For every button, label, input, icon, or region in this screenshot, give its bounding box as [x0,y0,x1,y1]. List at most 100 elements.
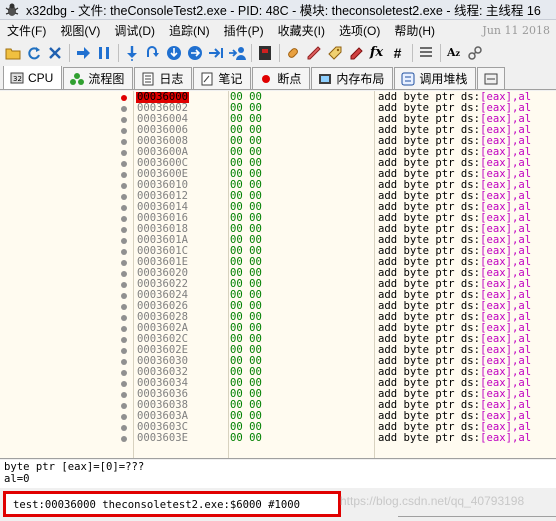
notes-icon [200,72,214,86]
run-icon[interactable] [73,43,92,62]
tab-breakpoints[interactable]: 断点 [252,67,311,89]
gutter-dot-icon[interactable] [121,160,127,167]
toolbar-separator [440,43,441,62]
gutter-dot-icon[interactable] [121,138,127,145]
gutter-dot-icon[interactable] [121,380,127,387]
breakpoint-gutter[interactable] [0,91,134,458]
graph-icon [70,72,85,86]
info-line: al=0 [4,473,30,485]
row-address: 0003603E [137,432,189,444]
gutter-dot-icon[interactable] [121,424,127,431]
menu-plugins[interactable]: 插件(P) [217,22,271,39]
run-to-user-code-icon[interactable] [227,43,246,62]
close-icon[interactable] [45,43,64,62]
gutter-dot-icon[interactable] [121,303,127,310]
link-icon[interactable] [465,43,484,62]
gutter-dot-icon[interactable] [121,248,127,255]
tab-label: 调用堆栈 [419,72,468,86]
tab-cpu[interactable]: 32 CPU [3,66,63,89]
gutter-dot-icon[interactable] [121,435,127,442]
tab-bar: 32 CPU 流程图 日志 笔记 断点 内存布局 调用堆栈 [0,66,556,90]
gutter-dot-icon[interactable] [121,226,127,233]
row-bytes: 00 00 [230,432,262,444]
menu-options[interactable]: 选项(O) [332,22,387,39]
gutter-dot-icon[interactable] [121,325,127,332]
gutter-dot-icon[interactable] [121,237,127,244]
gutter-dot-icon[interactable] [121,204,127,211]
gutter-dot-icon[interactable] [121,270,127,277]
gutter-dot-icon[interactable] [121,116,127,123]
trace-over-icon[interactable] [185,43,204,62]
address-info-box: test:00036000 theconsoletest2.exe:$6000 … [3,491,341,517]
gutter-dot-icon[interactable] [121,358,127,365]
gutter-dot-icon[interactable] [121,171,127,178]
tab-notes[interactable]: 笔记 [193,67,252,89]
menu-debug[interactable]: 调试(D) [107,22,162,39]
gutter-dot-icon[interactable] [121,281,127,288]
tab-log[interactable]: 日志 [134,67,193,89]
function-icon[interactable]: fx [367,43,386,62]
disassembly-view[interactable]: 00036000 00 00 add byte ptr ds:[eax],al 000… [0,91,556,459]
open-icon[interactable] [3,43,22,62]
bookmark-icon[interactable] [346,43,365,62]
toolbar-separator [251,43,252,62]
gutter-dot-icon[interactable] [121,193,127,200]
execute-till-return-icon[interactable] [206,43,225,62]
gutter-dot-icon[interactable] [121,391,127,398]
toolbar-separator [412,43,413,62]
breakpoint-icon [259,72,273,86]
x32dbg-logo-icon [5,3,19,16]
pause-icon[interactable] [94,43,113,62]
restart-icon[interactable] [24,43,43,62]
menu-help[interactable]: 帮助(H) [387,22,442,39]
patch-icon[interactable] [283,43,302,62]
step-over-icon[interactable] [143,43,162,62]
tab-memory-map[interactable]: 内存布局 [311,67,394,89]
gutter-dot-icon[interactable] [121,413,127,420]
hash-icon[interactable]: # [388,43,407,62]
row-instruction: add byte ptr ds:[eax],al [378,433,531,444]
gutter-dot-icon[interactable] [121,347,127,354]
row-operand: [eax],al [480,432,532,444]
menu-view[interactable]: 视图(V) [53,22,107,39]
trace-into-icon[interactable] [164,43,183,62]
label-icon[interactable] [325,43,344,62]
gutter-dot-icon[interactable] [121,215,127,222]
toolbar: fx # Az [0,40,556,65]
menu-favourites[interactable]: 收藏夹(I) [271,22,332,39]
gutter-dot-icon[interactable] [121,336,127,343]
gutter-dot-icon[interactable] [121,292,127,299]
comment-icon[interactable] [304,43,323,62]
list-icon[interactable] [416,43,435,62]
tab-seh[interactable] [477,67,506,89]
gutter-dot-icon[interactable] [121,369,127,376]
call-stack-icon [401,72,415,86]
toolbar-separator [69,43,70,62]
tab-label: 流程图 [88,72,125,86]
tab-call-stack[interactable]: 调用堆栈 [394,67,477,89]
menu-file[interactable]: 文件(F) [0,22,53,39]
breakpoint-marker-icon[interactable] [121,94,127,101]
gutter-dot-icon[interactable] [121,105,127,112]
log-icon [141,72,155,86]
bottom-tab-strip [398,516,556,521]
tab-label: 日志 [159,72,184,86]
gutter-dot-icon[interactable] [121,259,127,266]
seh-icon [484,72,498,86]
gutter-dot-icon[interactable] [121,314,127,321]
title-bar: x32dbg - 文件: theConsoleTest2.exe - PID: … [0,0,556,20]
menu-trace[interactable]: 追踪(N) [162,22,217,39]
tab-graph[interactable]: 流程图 [63,67,134,89]
gutter-dot-icon[interactable] [121,127,127,134]
font-icon[interactable]: Az [444,43,463,62]
step-into-icon[interactable] [122,43,141,62]
disasm-row[interactable]: 0003603E 00 00 add byte ptr ds:[eax],al [134,433,556,444]
info-pane: byte ptr [eax]=[0]=??? al=0 [0,460,556,488]
build-date: Jun 11 2018 [482,23,550,37]
toolbar-separator [118,43,119,62]
gutter-dot-icon[interactable] [121,182,127,189]
info-line: byte ptr [eax]=[0]=??? [4,461,145,473]
gutter-dot-icon[interactable] [121,149,127,156]
scylla-icon[interactable] [255,43,274,62]
gutter-dot-icon[interactable] [121,402,127,409]
